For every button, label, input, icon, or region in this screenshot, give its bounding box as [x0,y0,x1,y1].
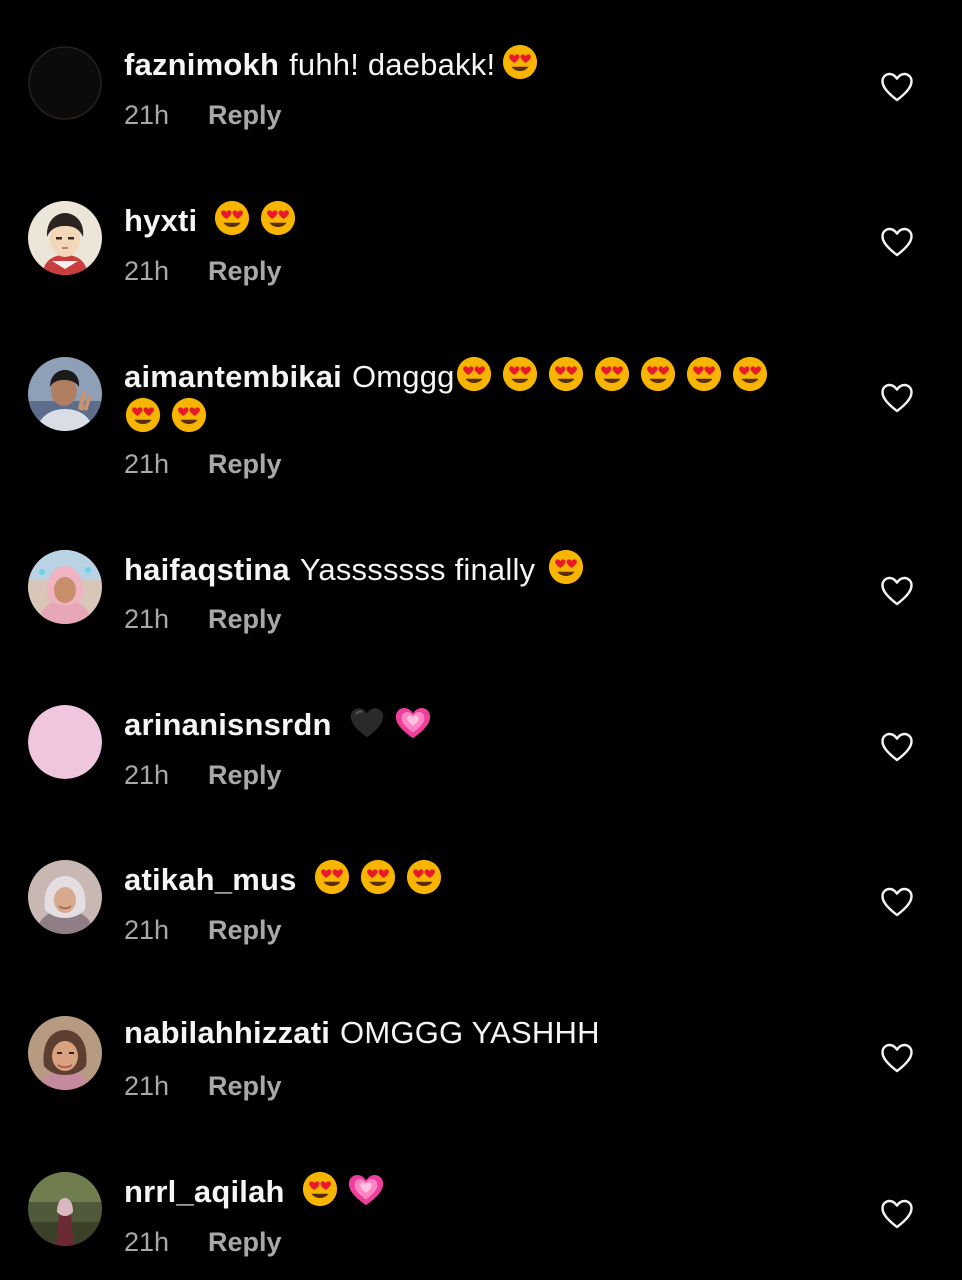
reply-button[interactable]: Reply [208,1227,282,1257]
comment-time: 21h [124,915,170,945]
comment-meta: 21h Reply [124,915,282,946]
comment-meta: 21h Reply [124,449,282,480]
like-button[interactable] [880,1198,914,1230]
emoji-group-continued [124,396,824,434]
heart-eyes-emoji-icon [406,859,441,895]
heart-eyes-emoji-icon [640,356,675,392]
heart-eyes-emoji-icon [360,859,395,895]
emoji-group [213,199,297,237]
emoji-group [547,548,585,586]
like-button[interactable] [880,1042,914,1074]
like-button[interactable] [880,731,914,763]
heart-outline-icon [881,732,913,762]
heart-eyes-emoji-icon [503,44,538,80]
comment-time: 21h [124,100,170,130]
comment-time: 21h [124,760,170,790]
comment-meta: 21h Reply [124,1071,282,1102]
reply-button[interactable]: Reply [208,256,282,286]
heart-eyes-emoji-icon [125,397,161,433]
comment-meta: 21h Reply [124,256,282,287]
comment-username[interactable]: faznimokh [124,47,279,82]
avatar-image [28,201,102,275]
avatar-image [28,357,102,431]
growing-heart-emoji-icon [348,1174,383,1206]
heart-outline-icon [881,887,913,917]
reply-button[interactable]: Reply [208,915,282,945]
comment-username[interactable]: hyxti [124,203,197,238]
avatar[interactable] [28,1172,102,1246]
comment-time: 21h [124,604,170,634]
like-button[interactable] [880,226,914,258]
heart-eyes-emoji-icon [261,200,296,236]
heart-eyes-emoji-icon [594,356,629,392]
comment-text: OMGGG YASHHH [340,1015,600,1050]
comment-text: fuhh! daebakk! [289,47,496,82]
comment-meta: 21h Reply [124,760,282,791]
comment-time: 21h [124,1071,170,1101]
avatar-image [28,860,102,934]
like-button[interactable] [880,886,914,918]
comment-username[interactable]: nrrl_aqilah [124,1174,285,1209]
comment-meta: 21h Reply [124,100,282,131]
reply-button[interactable]: Reply [208,100,282,130]
emoji-group [348,703,432,741]
heart-outline-icon [881,576,913,606]
avatar-image [28,1172,102,1246]
like-button[interactable] [880,71,914,103]
heart-eyes-emoji-icon [732,356,767,392]
reply-button[interactable]: Reply [208,449,282,479]
comment-time: 21h [124,256,170,286]
heart-outline-icon [881,383,913,413]
heart-outline-icon [881,1043,913,1073]
heart-eyes-emoji-icon [456,356,491,392]
black-heart-emoji-icon [350,708,383,738]
avatar[interactable] [28,860,102,934]
comment-text: Omggg [351,359,455,394]
heart-outline-icon [881,72,913,102]
avatar-image [28,46,102,120]
avatar[interactable] [28,46,102,120]
emoji-group [313,858,443,896]
like-button[interactable] [880,382,914,414]
avatar-image [28,1016,102,1090]
avatar[interactable] [28,201,102,275]
heart-eyes-emoji-icon [171,397,207,433]
heart-eyes-emoji-icon [549,549,584,585]
emoji-group [455,355,769,393]
avatar-image [28,705,102,779]
reply-button[interactable]: Reply [208,1071,282,1101]
comment-meta: 21h Reply [124,604,282,635]
comment-username[interactable]: nabilahhizzati [124,1015,330,1050]
emoji-group [501,43,539,81]
comment-time: 21h [124,1227,170,1257]
avatar[interactable] [28,1016,102,1090]
growing-heart-emoji-icon [395,707,430,739]
avatar-image [28,550,102,624]
heart-eyes-emoji-icon [502,356,537,392]
like-button[interactable] [880,575,914,607]
avatar[interactable] [28,357,102,431]
comment-username[interactable]: haifaqstina [124,552,290,587]
comment-username[interactable]: arinanisnsrdn [124,707,332,742]
comment-username[interactable]: atikah_mus [124,862,297,897]
heart-eyes-emoji-icon [548,356,583,392]
heart-eyes-emoji-icon [686,356,721,392]
heart-eyes-emoji-icon [302,1171,337,1207]
comment-meta: 21h Reply [124,1227,282,1258]
comment-time: 21h [124,449,170,479]
heart-outline-icon [881,227,913,257]
heart-eyes-emoji-icon [314,859,349,895]
comment-username[interactable]: aimantembikai [124,359,342,394]
avatar[interactable] [28,550,102,624]
comment-text: Yasssssss finally [299,552,536,587]
heart-eyes-emoji-icon [215,200,250,236]
emoji-group [301,1170,385,1208]
heart-outline-icon [881,1199,913,1229]
reply-button[interactable]: Reply [208,760,282,790]
avatar[interactable] [28,705,102,779]
reply-button[interactable]: Reply [208,604,282,634]
